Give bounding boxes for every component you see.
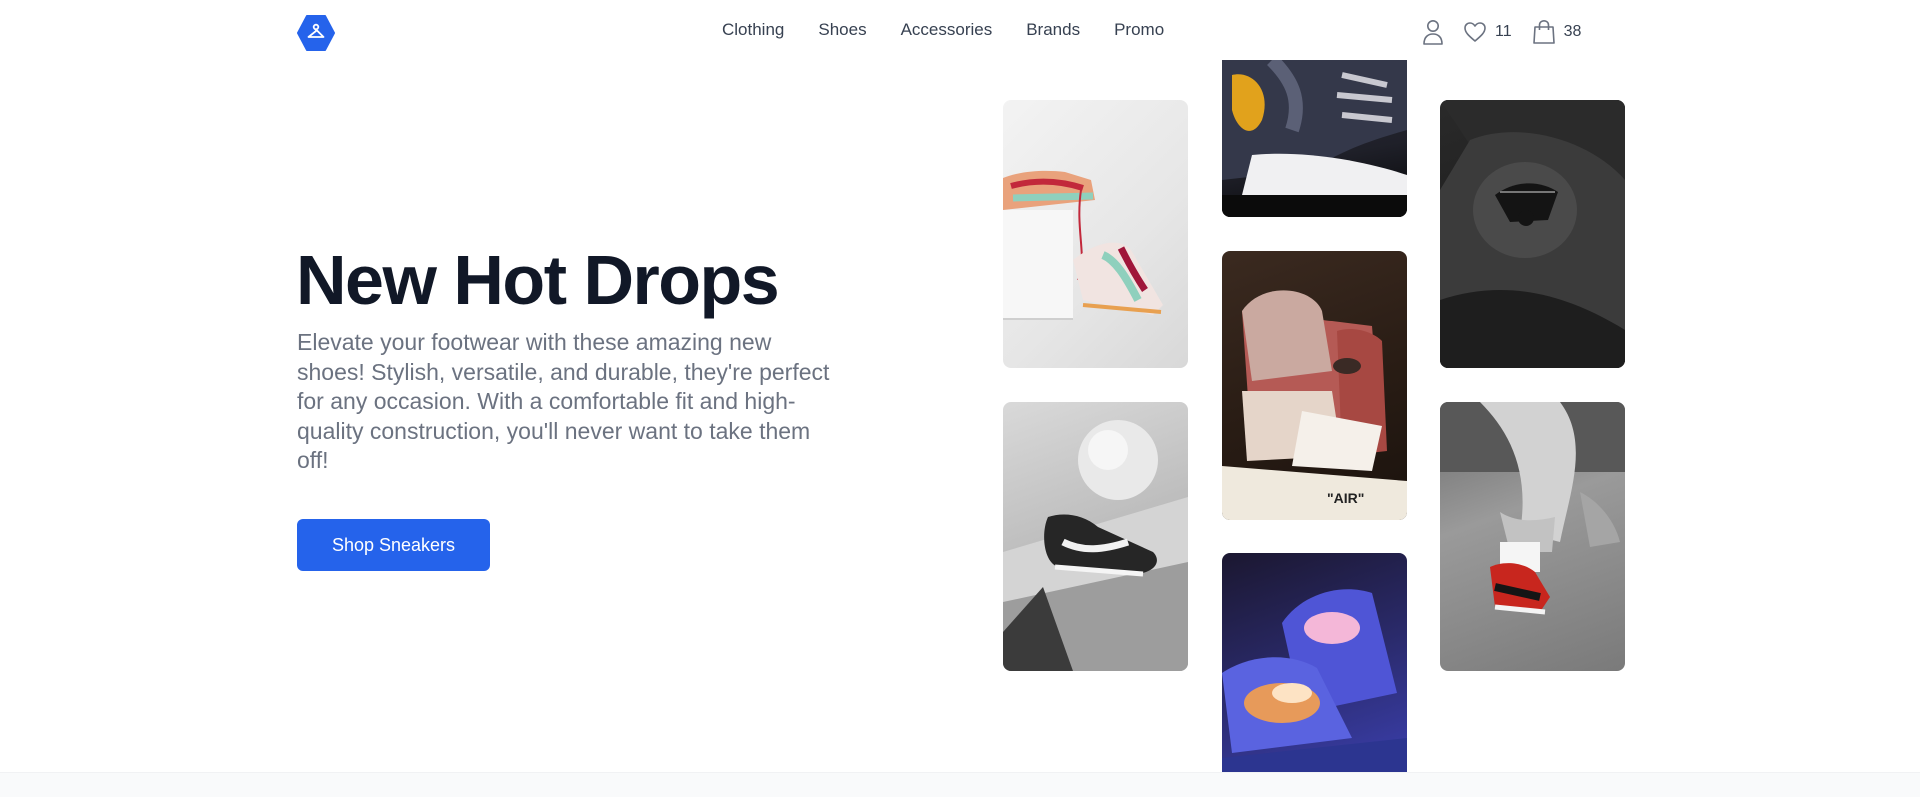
nav-clothing[interactable]: Clothing [722, 20, 784, 40]
site-header: Clothing Shoes Accessories Brands Promo … [0, 0, 1920, 64]
gallery-image-colorful-sneakers[interactable] [1003, 100, 1188, 368]
logo[interactable] [297, 14, 335, 52]
nav-shoes[interactable]: Shoes [818, 20, 866, 40]
heart-icon [1464, 22, 1486, 42]
gallery-image-black-sneaker[interactable] [1003, 402, 1188, 671]
gallery-image-glowing-sneaker[interactable] [1222, 553, 1407, 772]
gallery-image-air-high-top[interactable]: "AIR" [1222, 251, 1407, 520]
cart-button[interactable]: 38 [1532, 19, 1582, 45]
gallery-image-wings-logo[interactable] [1440, 100, 1625, 368]
nav-promo[interactable]: Promo [1114, 20, 1164, 40]
shop-sneakers-button[interactable]: Shop Sneakers [297, 519, 490, 571]
nav-accessories[interactable]: Accessories [901, 20, 993, 40]
nav-brands[interactable]: Brands [1026, 20, 1080, 40]
main-nav: Clothing Shoes Accessories Brands Promo [722, 20, 1164, 40]
gallery-image-person-sneakers[interactable] [1440, 402, 1625, 671]
shopping-bag-icon [1532, 19, 1555, 44]
wishlist-count: 11 [1495, 23, 1512, 40]
hanger-hexagon-icon [297, 15, 335, 51]
account-button[interactable] [1420, 18, 1446, 46]
hero-title: New Hot Drops [296, 241, 780, 319]
footer-band [0, 772, 1920, 797]
wishlist-button[interactable]: 11 [1463, 21, 1512, 43]
svg-text:"AIR": "AIR" [1327, 490, 1364, 506]
cart-count: 38 [1563, 23, 1582, 40]
user-icon [1423, 20, 1443, 45]
gallery-image-navy-sneaker[interactable] [1222, 60, 1407, 217]
hero-description: Elevate your footwear with these amazing… [297, 329, 830, 473]
header-actions: 11 38 [1420, 18, 1581, 46]
